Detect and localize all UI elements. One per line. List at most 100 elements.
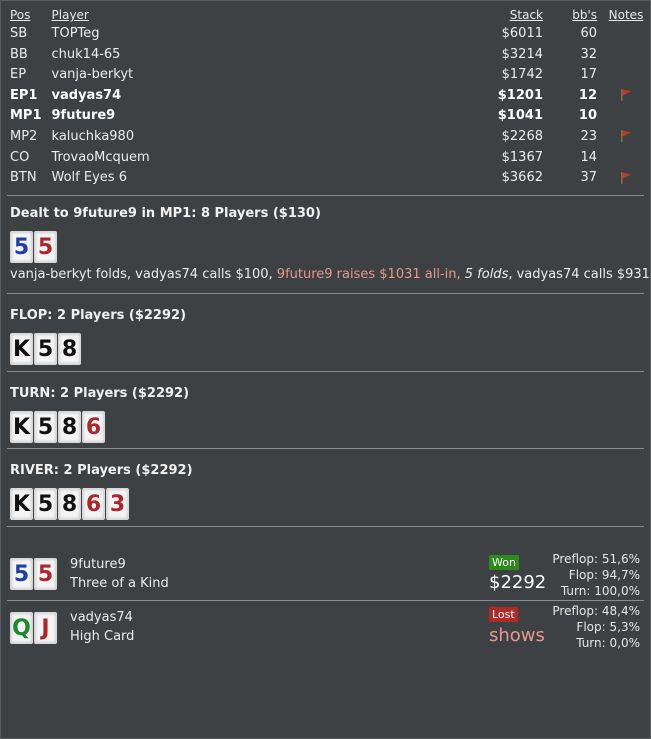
card: 8 <box>58 411 81 443</box>
card: Q <box>10 612 33 644</box>
player-pos: SB <box>10 26 28 41</box>
winner-hand: Three of a Kind <box>70 576 169 591</box>
turn-cards: K 5 8 6 <box>10 411 105 443</box>
action-raise: 9future9 raises $1031 all-in, <box>276 267 465 282</box>
card: 5 <box>34 333 57 365</box>
player-notes[interactable] <box>602 106 650 127</box>
shows-label: shows <box>489 625 545 646</box>
col-pos-header[interactable]: Pos <box>5 7 47 24</box>
loser-equity: Preflop: 48,4% Flop: 5,3% Turn: 0,0% <box>552 603 640 651</box>
card: 5 <box>34 488 57 520</box>
player-name: Wolf Eyes 6 <box>51 170 127 186</box>
action-text: vanja-berkyt folds, vadyas74 calls $100, <box>10 267 277 282</box>
winner-name: 9future9 <box>70 557 126 572</box>
player-row[interactable]: CO TrovaoMcquem $1367 14 <box>5 148 650 169</box>
winner-equity: Preflop: 51,6% Flop: 94,7% Turn: 100,0% <box>552 551 640 599</box>
player-pos: BTN <box>10 170 37 186</box>
player-bbs: 37 <box>580 170 597 186</box>
player-stack: $1742 <box>501 67 543 83</box>
player-stack: $3214 <box>501 46 543 62</box>
card: J <box>34 612 57 644</box>
col-bbs-header[interactable]: bb's <box>548 7 602 24</box>
hand-history-panel: Pos Player Stack bb's Notes SB TOPTeg $6… <box>0 0 651 739</box>
divider <box>7 526 644 527</box>
player-name: 9future9 <box>51 108 116 124</box>
flop-title: FLOP: 2 Players ($2292) <box>10 308 187 323</box>
player-pos: CO <box>10 149 30 165</box>
player-stack: $1041 <box>497 108 543 124</box>
preflop-title: Dealt to 9future9 in MP1: 8 Players ($13… <box>10 206 321 221</box>
flag-icon[interactable] <box>619 88 633 102</box>
divider <box>7 195 644 196</box>
loser-name: vadyas74 <box>70 610 133 625</box>
player-name: chuk14-65 <box>51 46 121 62</box>
action-text: , vadyas74 calls $931 <box>508 267 650 282</box>
flag-icon[interactable] <box>619 129 633 143</box>
card: 5 <box>10 558 33 590</box>
player-row[interactable]: BB chuk14-65 $3214 32 <box>5 45 650 66</box>
player-notes[interactable] <box>602 24 650 45</box>
action-folds: 5 folds <box>464 267 509 282</box>
turn-title: TURN: 2 Players ($2292) <box>10 386 190 401</box>
player-row[interactable]: MP2 kaluchka980 $2268 23 <box>5 127 650 148</box>
won-badge: Won <box>489 555 519 570</box>
player-pos: EP1 <box>10 87 38 103</box>
player-notes[interactable] <box>602 86 650 107</box>
player-stack: $1367 <box>501 149 543 165</box>
player-row[interactable]: SB TOPTeg $6011 60 <box>5 24 650 45</box>
player-notes[interactable] <box>602 168 650 189</box>
card: 5 <box>34 411 57 443</box>
equity-value: 5,3% <box>609 620 641 634</box>
players-table: Pos Player Stack bb's Notes SB TOPTeg $6… <box>5 7 650 189</box>
players-header-row: Pos Player Stack bb's Notes <box>5 7 650 24</box>
river-cards: K 5 8 6 3 <box>10 488 129 520</box>
player-notes[interactable] <box>602 148 650 169</box>
player-bbs: 12 <box>578 87 597 103</box>
player-pos: BB <box>10 46 28 62</box>
player-stack: $2268 <box>501 128 543 144</box>
card: 6 <box>82 488 105 520</box>
player-row[interactable]: EP1 vadyas74 $1201 12 <box>5 86 650 107</box>
card: 5 <box>34 231 57 263</box>
card: K <box>10 488 33 520</box>
player-notes[interactable] <box>602 65 650 86</box>
equity-value: 51,6% <box>601 552 640 566</box>
player-row[interactable]: BTN Wolf Eyes 6 $3662 37 <box>5 168 650 189</box>
player-bbs: 32 <box>580 46 597 62</box>
loser-cards: Q J <box>10 612 57 644</box>
player-row[interactable]: EP vanja-berkyt $1742 17 <box>5 65 650 86</box>
preflop-actions: vanja-berkyt folds, vadyas74 calls $100,… <box>10 267 650 282</box>
player-pos: MP2 <box>10 128 38 144</box>
player-name: TOPTeg <box>51 26 100 41</box>
player-bbs: 10 <box>578 108 597 124</box>
player-name: vadyas74 <box>51 87 122 103</box>
player-notes[interactable] <box>602 127 650 148</box>
divider <box>7 600 644 601</box>
player-pos: MP1 <box>10 108 42 124</box>
equity-value: 94,7% <box>601 568 640 582</box>
col-player-header[interactable]: Player <box>47 7 458 24</box>
player-stack: $6011 <box>501 26 543 41</box>
equity-value: 0,0% <box>609 636 641 650</box>
card: K <box>10 333 33 365</box>
equity-label: Turn: <box>560 584 591 598</box>
player-bbs: 60 <box>580 26 597 41</box>
flag-icon[interactable] <box>619 171 633 185</box>
equity-value: 100,0% <box>594 584 640 598</box>
col-stack-header[interactable]: Stack <box>458 7 548 24</box>
player-name: TrovaoMcquem <box>51 149 150 165</box>
player-bbs: 17 <box>580 67 597 83</box>
player-row[interactable]: MP1 9future9 $1041 10 <box>5 106 650 127</box>
won-amount: $2292 <box>489 572 547 593</box>
player-notes[interactable] <box>602 45 650 66</box>
col-notes-header[interactable]: Notes <box>602 7 650 24</box>
player-pos: EP <box>10 67 27 83</box>
loser-hand: High Card <box>70 629 135 644</box>
player-stack: $1201 <box>497 87 543 103</box>
player-name: kaluchka980 <box>51 128 135 144</box>
equity-label: Flop: <box>576 620 606 634</box>
equity-label: Flop: <box>568 568 599 582</box>
player-stack: $3662 <box>501 170 543 186</box>
equity-label: Preflop: <box>552 552 599 566</box>
card: 3 <box>106 488 129 520</box>
